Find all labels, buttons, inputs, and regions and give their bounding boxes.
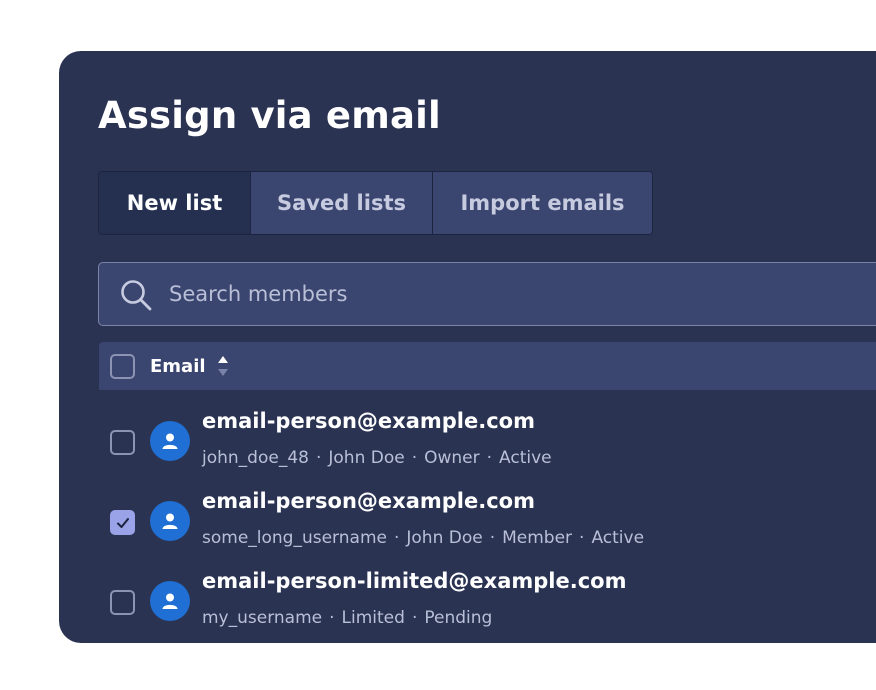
member-role: Member xyxy=(502,528,573,548)
search-input[interactable] xyxy=(169,263,869,325)
member-name: John Doe xyxy=(328,448,405,468)
member-status: Active xyxy=(499,448,552,468)
member-meta: some_long_username · John Doe · Member · Activ… xyxy=(202,528,645,548)
avatar xyxy=(150,581,190,621)
member-meta: john_doe_48 · John Doe · Owner · Active xyxy=(202,448,552,468)
member-username: some_long_username xyxy=(202,528,387,548)
table-row: email-person@example.com some_long_usern… xyxy=(99,484,876,564)
member-status: Pending xyxy=(424,608,493,628)
sort-icon[interactable] xyxy=(217,354,229,378)
member-email: email-person-limited@example.com xyxy=(202,569,627,593)
row-checkbox[interactable] xyxy=(110,590,135,615)
select-all-checkbox[interactable] xyxy=(110,354,135,379)
column-header-email[interactable]: Email xyxy=(150,356,206,377)
tab-import-emails[interactable]: Import emails xyxy=(432,172,652,234)
member-meta: my_username · Limited · Pending xyxy=(202,608,493,628)
search-box xyxy=(98,262,876,326)
table-header: Email xyxy=(99,342,876,390)
member-username: my_username xyxy=(202,608,323,628)
tab-saved-lists[interactable]: Saved lists xyxy=(250,172,432,234)
table-row: email-person-limited@example.com my_user… xyxy=(99,564,876,643)
assign-email-dialog: Assign via email New list Saved lists Im… xyxy=(59,51,876,643)
member-status: Active xyxy=(591,528,645,548)
row-checkbox[interactable] xyxy=(110,430,135,455)
member-role: Limited xyxy=(341,608,405,628)
member-email: email-person@example.com xyxy=(202,489,535,513)
member-username: john_doe_48 xyxy=(202,448,309,468)
avatar xyxy=(150,501,190,541)
table-row: email-person@example.com john_doe_48 · Joh… xyxy=(99,404,876,484)
row-checkbox[interactable] xyxy=(110,510,135,535)
avatar xyxy=(150,421,190,461)
user-icon xyxy=(162,593,178,609)
search-icon xyxy=(121,280,152,311)
dialog-title: Assign via email xyxy=(98,94,441,137)
member-email: email-person@example.com xyxy=(202,409,535,433)
user-icon xyxy=(162,513,178,529)
member-role: Owner xyxy=(424,448,480,468)
check-icon xyxy=(117,518,129,528)
tab-bar: New list Saved lists Import emails xyxy=(98,171,653,235)
member-name: John Doe xyxy=(406,528,483,548)
tab-new-list[interactable]: New list xyxy=(99,172,250,234)
user-icon xyxy=(162,433,178,449)
